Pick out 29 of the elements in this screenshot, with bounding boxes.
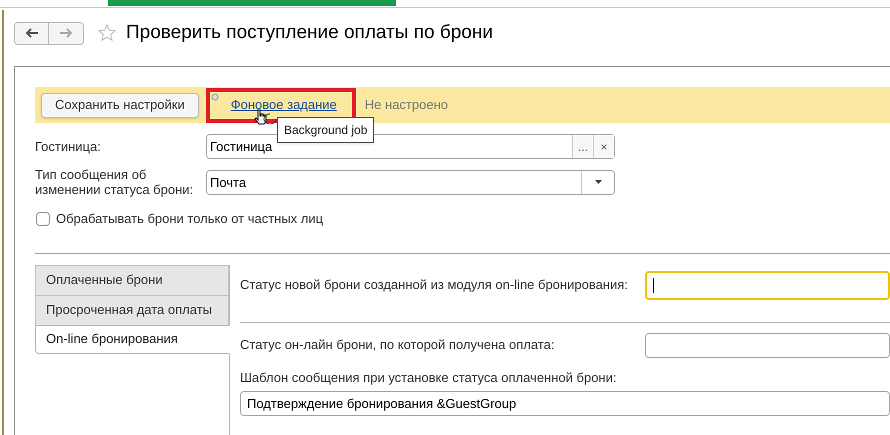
tab[interactable]: Просроченная дата оплаты: [35, 294, 229, 324]
tab[interactable]: On-line бронирования: [35, 324, 230, 354]
tab[interactable]: Оплаченные брони: [35, 264, 229, 294]
input-field[interactable]: [645, 332, 890, 358]
back-button[interactable]: [14, 22, 49, 44]
field-label: Шаблон сообщения при установке статуса оплаченной брони:: [240, 368, 618, 387]
hand-cursor-icon: [254, 109, 268, 125]
clear-button[interactable]: ×: [593, 135, 614, 158]
link-icon: [210, 93, 219, 101]
select-button[interactable]: ...: [572, 135, 593, 158]
star-icon[interactable]: [98, 24, 116, 42]
dropdown-field[interactable]: Почта: [206, 170, 615, 194]
back-arrow-icon: [24, 28, 38, 38]
field-label: Тип сообщения об изменении статуса брони:: [35, 167, 194, 197]
field-label: Статус новой брони созданной из модуля on-line бронирования:: [240, 276, 629, 294]
window-title: Проверить поступление оплаты по брони: [126, 20, 493, 45]
status-text: Не настроено: [364, 96, 448, 114]
input-field[interactable]: Подтверждение бронирования &GuestGroup: [240, 391, 890, 416]
checkbox[interactable]: [36, 212, 50, 226]
checkbox-label: Обрабатывать брони только от частных лиц: [56, 210, 324, 228]
dropdown-arrow-icon[interactable]: [594, 180, 602, 184]
cursor-ring-icon: [263, 112, 277, 124]
field-label: Статус он-лайн брони, по которой получена оплата:: [240, 336, 556, 354]
input-field[interactable]: [645, 270, 890, 300]
background-job-link[interactable]: Фоновое задание: [230, 95, 337, 115]
field-label: Гостиница:: [35, 139, 102, 154]
forward-arrow-icon: [59, 28, 73, 38]
tooltip: Background job: [277, 117, 374, 143]
save-settings-button[interactable]: Сохранить настройки: [41, 92, 199, 118]
